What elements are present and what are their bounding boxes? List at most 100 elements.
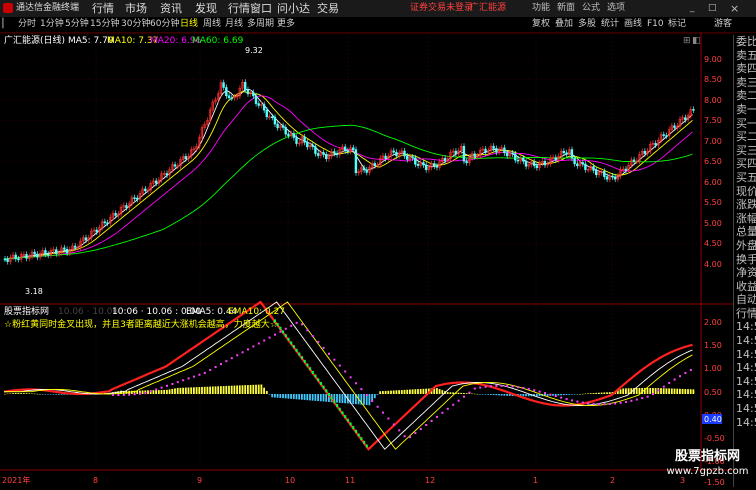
indicator-bar bbox=[625, 388, 627, 394]
sidebar-item[interactable]: 14:5 bbox=[734, 348, 756, 362]
indicator-bar bbox=[592, 393, 595, 394]
indicator-bar bbox=[152, 390, 155, 394]
menu-faxian[interactable]: 发现 bbox=[195, 2, 217, 15]
menu-zixun[interactable]: 资讯 bbox=[160, 2, 182, 15]
login-notice[interactable]: 证券交易未登录 bbox=[410, 2, 473, 15]
period-1min[interactable]: 1分钟 bbox=[40, 18, 64, 31]
stats-button[interactable]: 统计 bbox=[601, 18, 619, 31]
period-30min[interactable]: 30分钟 bbox=[121, 18, 150, 31]
candle-body bbox=[333, 151, 336, 154]
indicator-dot bbox=[592, 402, 595, 405]
fuquan-button[interactable]: 复权 bbox=[532, 18, 550, 31]
indicator-bar bbox=[309, 394, 311, 401]
sidebar-item[interactable]: 14:5 bbox=[734, 320, 756, 334]
indicator-dot bbox=[338, 364, 341, 367]
sidebar-item[interactable]: 14:5 bbox=[734, 375, 756, 389]
candle-body bbox=[106, 222, 109, 225]
indicator-bar bbox=[392, 390, 395, 394]
sidebar-item: 卖四 bbox=[736, 62, 756, 76]
minimize-icon[interactable]: _ bbox=[690, 2, 695, 15]
sidebar-item[interactable]: 自动 bbox=[734, 293, 756, 307]
collapse-icon[interactable]: ◧ bbox=[692, 36, 701, 46]
overlay-button[interactable]: 叠加 bbox=[555, 18, 573, 31]
indicator-bar bbox=[384, 390, 387, 394]
period-multi[interactable]: 多周期 bbox=[247, 18, 274, 31]
candle-body bbox=[281, 125, 285, 128]
mark-button[interactable]: 标记 bbox=[668, 18, 686, 31]
candle-body bbox=[311, 144, 314, 147]
candle-body bbox=[84, 237, 88, 241]
indicator-bar bbox=[535, 394, 538, 397]
candle-body bbox=[227, 95, 231, 99]
sidebar-item[interactable]: 14:5 bbox=[734, 416, 756, 430]
indicator-dot bbox=[587, 402, 590, 405]
indicator-dot bbox=[166, 384, 168, 387]
sidebar-item[interactable]: 行情 bbox=[734, 307, 756, 321]
indicator-bar bbox=[290, 394, 292, 399]
period-15min[interactable]: 15分钟 bbox=[90, 18, 119, 31]
period-more[interactable]: 更多 bbox=[277, 18, 295, 31]
candle-body bbox=[33, 251, 36, 255]
settings-icon[interactable]: ⊞ bbox=[683, 36, 691, 46]
indicator-bar bbox=[622, 388, 625, 394]
candle-body bbox=[435, 165, 439, 168]
indicator-bar bbox=[214, 386, 217, 394]
candle-body bbox=[322, 152, 325, 155]
sidebar-item[interactable]: 14:5 bbox=[734, 388, 756, 402]
menu-hangqing-window[interactable]: 行情窗口 bbox=[228, 2, 272, 15]
menu-wenxiaoda[interactable]: 问小达 bbox=[277, 2, 310, 15]
draw-line-button[interactable]: 画线 bbox=[624, 18, 642, 31]
price-tick: 5.50 bbox=[704, 198, 722, 207]
indicator-dot bbox=[538, 390, 541, 393]
f10-button[interactable]: F10 bbox=[647, 18, 664, 31]
sidebar-item: 卖五 bbox=[736, 48, 756, 62]
indicator-bar bbox=[352, 394, 355, 404]
indicator-dot bbox=[352, 426, 355, 430]
indicator-bar bbox=[179, 387, 182, 394]
indicator-bar bbox=[9, 393, 12, 394]
multi-stock-button[interactable]: 多股 bbox=[578, 18, 596, 31]
price-tick: 8.00 bbox=[704, 96, 722, 105]
indicator-dot bbox=[635, 398, 638, 401]
menu-gongshi[interactable]: 公式 bbox=[582, 2, 600, 15]
menu-gongneng[interactable]: 功能 bbox=[532, 2, 550, 15]
menu-jiaoyi[interactable]: 交易 bbox=[317, 2, 339, 15]
indicator-bar bbox=[31, 393, 33, 395]
period-5min[interactable]: 5分钟 bbox=[65, 18, 89, 31]
chart-area[interactable]: 广汇能源(日线) MA5: 7.70 MA10: 7.37 MA20: 6.96… bbox=[0, 32, 756, 487]
indicator-bar bbox=[560, 394, 562, 396]
candle-body bbox=[414, 157, 417, 165]
indicator-dot bbox=[360, 437, 363, 441]
sidebar-item[interactable]: 14:5 bbox=[734, 402, 756, 416]
candle-body bbox=[173, 164, 177, 167]
indicator-dot bbox=[527, 388, 530, 391]
period-monthly[interactable]: 月线 bbox=[225, 18, 243, 31]
period-daily[interactable]: 日线 bbox=[180, 18, 198, 31]
indicator-dot bbox=[641, 397, 644, 400]
menu-xinmian[interactable]: 新面 bbox=[557, 2, 575, 15]
broker-name[interactable]: 广汇能源 bbox=[470, 2, 506, 15]
indicator-dot bbox=[468, 391, 471, 394]
menu-shichang[interactable]: 市场 bbox=[125, 2, 147, 15]
indicator-dot bbox=[144, 392, 147, 395]
sidebar-item[interactable]: 14:5 bbox=[734, 334, 756, 348]
candle-body bbox=[343, 146, 347, 152]
indicator-dot bbox=[171, 382, 174, 385]
candle-body bbox=[324, 154, 328, 160]
candle-body bbox=[416, 163, 420, 166]
indicator-dot bbox=[220, 363, 222, 366]
menu-xuanxiang[interactable]: 选项 bbox=[607, 2, 625, 15]
chart-canvas[interactable]: 广汇能源(日线) MA5: 7.70 MA10: 7.37 MA20: 6.96… bbox=[0, 32, 756, 487]
indicator-bar bbox=[387, 390, 390, 394]
candle-body bbox=[225, 87, 228, 97]
period-60min[interactable]: 60分钟 bbox=[150, 18, 179, 31]
period-fenshi[interactable]: 分时 bbox=[18, 18, 36, 31]
menu-hangqing[interactable]: 行情 bbox=[92, 2, 114, 15]
close-icon[interactable]: × bbox=[730, 2, 739, 15]
indicator-dot bbox=[322, 346, 325, 349]
indicator-dot bbox=[387, 417, 390, 420]
sidebar-item[interactable]: 14:5 bbox=[734, 361, 756, 375]
maximize-icon[interactable]: □ bbox=[708, 2, 717, 15]
indicator-dot bbox=[322, 385, 325, 389]
period-weekly[interactable]: 周线 bbox=[203, 18, 221, 31]
